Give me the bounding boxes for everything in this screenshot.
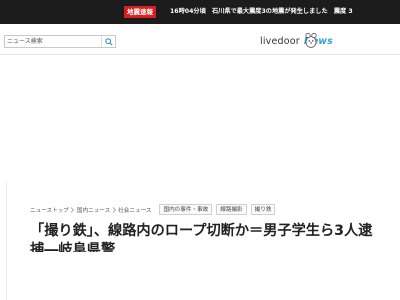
mascot-icon bbox=[305, 32, 317, 48]
search-button[interactable] bbox=[101, 36, 115, 47]
search-box bbox=[4, 35, 116, 48]
tag-incident[interactable]: 国内の事件・事故 bbox=[159, 204, 213, 215]
header-divider bbox=[0, 54, 400, 55]
chevron-right-icon bbox=[69, 206, 77, 214]
logo-text: livedoor bbox=[260, 35, 300, 47]
breadcrumb-top[interactable]: ニューストップ bbox=[30, 206, 69, 214]
article-title: 「撮り鉄」、線路内のロープ切断か＝男子学生ら3人逮捕―岐阜県警 bbox=[30, 223, 373, 252]
tag-toritetsu[interactable]: 撮り鉄 bbox=[250, 204, 276, 215]
breadcrumb-society[interactable]: 社会ニュース bbox=[118, 206, 151, 214]
search-input[interactable] bbox=[7, 36, 99, 47]
earthquake-ticker[interactable]: 16時04分頃 石川県で最大震度3の地震が発生しました 震度 3 bbox=[170, 6, 353, 18]
chevron-right-icon bbox=[110, 206, 118, 214]
earthquake-badge[interactable]: 地震速報 bbox=[124, 6, 156, 18]
search-icon bbox=[104, 37, 113, 46]
tag-railway-photo[interactable]: 線路撮影 bbox=[216, 204, 247, 215]
breadcrumb: ニューストップ 国内ニュース 社会ニュース 国内の事件・事故 線路撮影 撮り鉄 bbox=[30, 204, 276, 215]
site-logo[interactable]: livedoor News bbox=[260, 32, 333, 50]
breadcrumb-domestic[interactable]: 国内ニュース bbox=[77, 206, 110, 214]
top-bar: 地震速報 16時04分頃 石川県で最大震度3の地震が発生しました 震度 3 bbox=[0, 0, 400, 24]
content-divider bbox=[6, 182, 7, 300]
